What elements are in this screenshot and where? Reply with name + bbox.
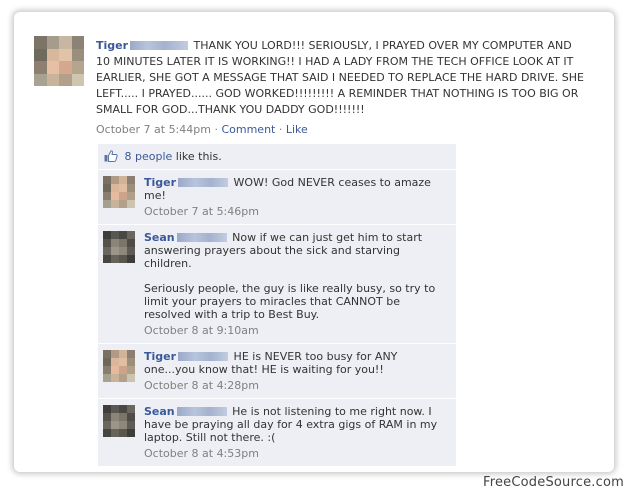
meta-separator: · [214,123,218,136]
post-text: THANK YOU LORD!!! SERIOUSLY, I PRAYED OV… [96,39,584,116]
commenter-name[interactable]: Tiger [144,176,176,189]
commenter-name[interactable]: Sean [144,231,175,244]
commenter-name[interactable]: Sean [144,405,175,418]
comment-timestamp[interactable]: October 8 at 9:10am [144,324,450,337]
like-link[interactable]: Like [286,123,308,136]
meta-separator: · [278,123,283,136]
likes-suffix: like this. [175,150,222,163]
commenter-avatar[interactable] [103,405,135,437]
post-body: Tiger THANK YOU LORD!!! SERIOUSLY, I PRA… [96,38,586,138]
poster-avatar[interactable] [34,36,84,86]
comment-timestamp[interactable]: October 7 at 5:46pm [144,205,450,218]
comment-text-continued: Seriously people, the guy is like really… [144,282,436,321]
poster-name[interactable]: Tiger [96,39,128,52]
redacted-surname [176,407,227,416]
comment-item: Tiger HE is NEVER too busy for ANY one..… [98,343,456,398]
likes-count-link[interactable]: 8 people [125,150,173,163]
commenter-name[interactable]: Tiger [144,350,176,363]
redacted-surname [178,352,229,361]
comment-item: Sean He is not listening to me right now… [98,398,456,466]
commenter-avatar[interactable] [103,176,135,208]
comment-item: Tiger WOW! God NEVER ceases to amaze me!… [98,169,456,224]
post-timestamp[interactable]: October 7 at 5:44pm [96,123,211,136]
comment-timestamp[interactable]: October 8 at 4:28pm [144,379,450,392]
likes-summary: 8 people like this. [98,144,456,169]
redacted-surname [176,233,227,242]
feedback-section: 8 people like this. Tiger WOW! God NEVER… [98,144,456,466]
redacted-surname [130,41,189,50]
thumbs-up-icon [104,150,118,162]
post-meta: October 7 at 5:44pm · Comment · Like [96,122,586,138]
commenter-avatar[interactable] [103,350,135,382]
redacted-surname [178,178,229,187]
comment-timestamp[interactable]: October 8 at 4:53pm [144,447,450,460]
story-card: Tiger THANK YOU LORD!!! SERIOUSLY, I PRA… [14,12,614,472]
comment-item: Sean Now if we can just get him to start… [98,224,456,343]
comment-link[interactable]: Comment [221,123,275,136]
commenter-avatar[interactable] [103,231,135,263]
watermark: FreeCodeSource.com [482,475,624,490]
